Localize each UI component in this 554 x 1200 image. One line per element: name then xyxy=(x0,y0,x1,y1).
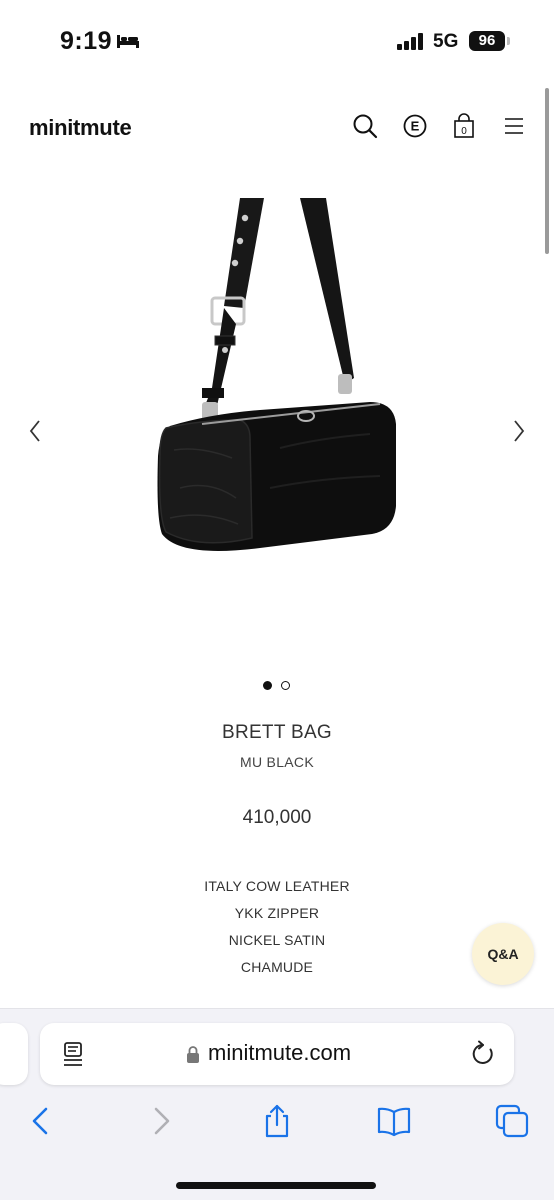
back-icon[interactable] xyxy=(24,1103,60,1139)
feature-item: YKK ZIPPER xyxy=(234,905,320,921)
site-header: minitmute E 0 xyxy=(0,100,554,152)
product-price: 410,000 xyxy=(242,807,312,828)
product-color: MU BLACK xyxy=(240,754,314,770)
feature-item: ITALY COW LEATHER xyxy=(204,878,350,894)
status-time: 9:19 xyxy=(60,27,113,55)
qa-button[interactable]: Q&A xyxy=(472,923,534,985)
browser-toolbar: minitmute.com xyxy=(0,1008,554,1200)
url-text[interactable]: minitmute.com xyxy=(208,1040,351,1066)
feature-item: NICKEL SATIN xyxy=(228,932,326,948)
product-gallery xyxy=(0,170,554,670)
search-icon[interactable] xyxy=(352,113,378,139)
gallery-next-arrow[interactable] xyxy=(508,416,528,446)
currency-e-letter: E xyxy=(411,119,420,134)
reader-mode-icon[interactable] xyxy=(62,1041,86,1067)
product-name: BRETT BAG xyxy=(221,722,333,743)
sleep-focus-icon xyxy=(117,35,139,48)
gallery-pagination xyxy=(263,681,293,691)
lock-icon xyxy=(187,1046,199,1063)
black-leather-brett-bag-image xyxy=(157,198,396,551)
site-logo[interactable]: minitmute xyxy=(29,115,132,141)
product-features: ITALY COW LEATHER YKK ZIPPER NICKEL SATI… xyxy=(0,876,554,984)
menu-icon[interactable] xyxy=(501,113,527,139)
home-indicator xyxy=(176,1182,376,1189)
gallery-dot-2[interactable] xyxy=(281,681,290,690)
feature-item: CHAMUDE xyxy=(240,959,314,975)
gallery-dot-1[interactable] xyxy=(263,681,272,690)
bookmarks-icon[interactable] xyxy=(376,1103,412,1139)
forward-icon[interactable] xyxy=(142,1103,178,1139)
cart-count: 0 xyxy=(461,126,467,137)
reload-icon[interactable] xyxy=(470,1040,496,1068)
cart-icon[interactable]: 0 xyxy=(451,113,477,139)
gallery-prev-arrow[interactable] xyxy=(26,416,46,446)
network-label: 5G xyxy=(433,31,459,52)
signal-icon xyxy=(397,33,423,50)
share-icon[interactable] xyxy=(259,1103,295,1139)
status-bar: 9:19 5G 96 xyxy=(0,0,554,84)
previous-tab-preview[interactable] xyxy=(0,1023,28,1085)
address-bar[interactable]: minitmute.com xyxy=(40,1023,514,1085)
tabs-icon[interactable] xyxy=(494,1103,530,1139)
currency-e-icon[interactable]: E xyxy=(402,113,428,139)
battery-icon: 96 xyxy=(469,31,505,51)
battery-nub xyxy=(507,37,510,45)
